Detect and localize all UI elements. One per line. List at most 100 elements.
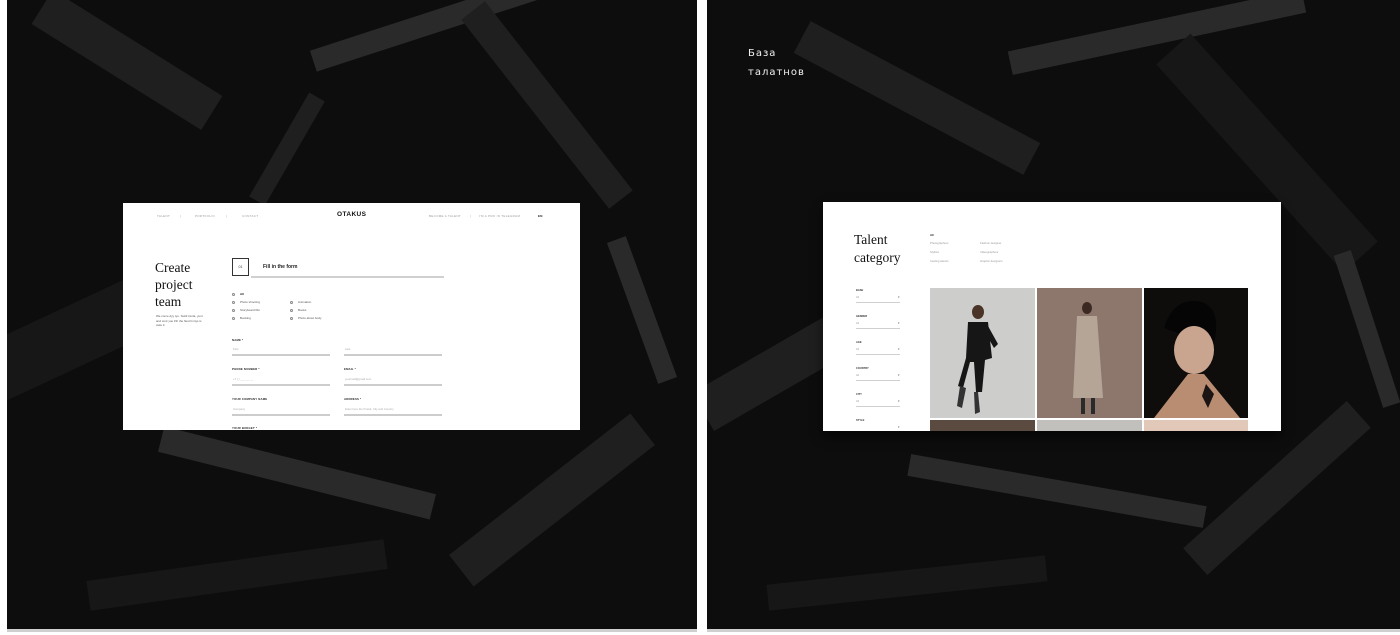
company-input[interactable]: Company <box>233 407 245 411</box>
first-name-input[interactable]: First <box>233 347 238 351</box>
page-title: Talent category <box>854 232 901 265</box>
radio-icon <box>232 316 235 320</box>
phone-input[interactable]: +7 ( ) ___ __ __ <box>233 377 253 381</box>
address-input[interactable]: Enter here the Postal, City and Country <box>345 407 394 411</box>
filter-country-select[interactable]: All <box>856 374 859 377</box>
background-shard <box>31 0 223 130</box>
background-shard <box>907 454 1207 528</box>
chevron-down-icon: ▾ <box>898 295 900 299</box>
service-option-storyboard[interactable]: Storyboard film <box>232 308 260 312</box>
category-fashion-designer[interactable]: Fashion designer <box>980 241 1001 245</box>
nav-separator: | <box>470 214 471 218</box>
panel-divider <box>7 629 697 632</box>
create-team-screen: TALENT | PORTFOLIO | CONTACT BECOME A TA… <box>123 203 580 430</box>
step-divider <box>251 276 444 278</box>
filter-underline <box>856 302 900 303</box>
radio-icon <box>290 308 293 312</box>
talent-photo-4[interactable] <box>930 420 1035 431</box>
step-number: 01 <box>232 258 249 276</box>
right-panel: База талатнов Talent category All Photog… <box>707 0 1400 632</box>
service-option-all[interactable]: All <box>232 292 244 296</box>
last-name-input[interactable]: Last <box>345 347 350 351</box>
chevron-down-icon: ▾ <box>898 347 900 351</box>
background-shard <box>449 413 655 587</box>
filter-age-label: AGE <box>856 341 862 344</box>
background-shard <box>249 92 325 206</box>
overlay-title: База талатнов <box>748 44 805 82</box>
filter-age-select[interactable]: All <box>856 348 859 351</box>
overlay-title-line2: талатнов <box>748 67 805 78</box>
nav-link-become-talent[interactable]: BECOME A TALENT <box>429 214 461 218</box>
category-photographers[interactable]: Photographers <box>930 241 948 245</box>
radio-icon <box>290 300 293 304</box>
background-shard <box>793 21 1041 175</box>
category-stylists[interactable]: Stylists <box>930 250 939 254</box>
chevron-down-icon: ▾ <box>898 399 900 403</box>
page-description: We come dyy tyo. Suttil inmla, yunt and … <box>156 314 203 327</box>
filter-city-select[interactable]: All <box>856 400 859 403</box>
email-input[interactable]: yourmail@gmail.com <box>345 377 371 381</box>
nav-link-portfolio[interactable]: PORTFOLIO <box>195 214 215 218</box>
background-shard <box>1333 250 1400 408</box>
talent-photo-6[interactable] <box>1144 420 1248 431</box>
talent-photo-3[interactable] <box>1144 288 1248 418</box>
radio-icon <box>232 292 235 296</box>
filter-gender-select[interactable]: All <box>856 322 859 325</box>
background-shard <box>86 539 388 611</box>
category-all[interactable]: All <box>930 233 934 237</box>
overlay-title-line1: База <box>748 48 777 59</box>
service-option-animation[interactable]: Animation <box>290 300 311 304</box>
background-shard <box>158 426 436 520</box>
chevron-down-icon: ▾ <box>898 373 900 377</box>
talent-photo-5[interactable] <box>1037 420 1142 431</box>
filter-city-label: CITY <box>856 393 862 396</box>
talent-photo-2[interactable] <box>1037 288 1142 418</box>
filter-country-label: COUNTRY <box>856 367 869 370</box>
service-option-photo-body[interactable]: Photo about body <box>290 316 322 320</box>
chevron-down-icon: ▾ <box>898 321 900 325</box>
talent-gallery <box>930 288 1248 431</box>
radio-icon <box>232 308 235 312</box>
category-videographers[interactable]: Videographers <box>980 250 998 254</box>
radio-icon <box>290 316 293 320</box>
name-label: NAME * <box>232 338 244 342</box>
nav-separator: | <box>180 214 181 218</box>
talent-photo-1[interactable] <box>930 288 1035 418</box>
filter-base-label: BASE <box>856 289 864 292</box>
phone-label: PHONE NUMBER * <box>232 367 260 371</box>
site-logo[interactable]: OTAKUS <box>337 211 366 218</box>
talent-category-screen: Talent category All Photographers Stylis… <box>823 202 1281 431</box>
service-option-photo-shooting[interactable]: Photo shooting <box>232 300 260 304</box>
service-option-booking[interactable]: Booking <box>232 316 251 320</box>
filter-underline <box>856 380 900 381</box>
address-underline <box>344 414 442 416</box>
email-underline <box>344 384 442 386</box>
left-panel: TALENT | PORTFOLIO | CONTACT BECOME A TA… <box>7 0 697 632</box>
background-shard <box>606 236 678 384</box>
page-title: Create project team <box>155 260 193 309</box>
panel-divider <box>707 629 1400 632</box>
nav-link-talent[interactable]: TALENT <box>157 214 170 218</box>
language-switch[interactable]: EN <box>538 214 543 218</box>
background-shard <box>461 1 633 209</box>
budget-label: YOUR BUDGET * <box>232 426 258 430</box>
email-label: EMAIL * <box>344 367 356 371</box>
address-label: ADDRESS * <box>344 397 362 401</box>
nav-separator: | <box>226 214 227 218</box>
nav-link-contact[interactable]: CONTACT <box>242 214 258 218</box>
filter-underline <box>856 354 900 355</box>
phone-underline <box>232 384 330 386</box>
filter-base-select[interactable]: All <box>856 296 859 299</box>
company-underline <box>232 414 330 416</box>
service-option-books[interactable]: Books <box>290 308 306 312</box>
last-name-underline <box>344 354 442 356</box>
radio-icon <box>232 300 235 304</box>
category-casting[interactable]: Casting talents <box>930 259 949 263</box>
step-title: Fill in the form <box>263 264 298 270</box>
company-label: YOUR COMPANY NAME <box>232 397 268 401</box>
category-graphic-designers[interactable]: Graphic designers <box>980 259 1003 263</box>
nav-link-telegram[interactable]: I'M A PRO IN TELEGRAM <box>479 214 520 218</box>
filter-style-label: STYLE <box>856 419 865 422</box>
background-shard <box>766 555 1048 611</box>
first-name-underline <box>232 354 330 356</box>
